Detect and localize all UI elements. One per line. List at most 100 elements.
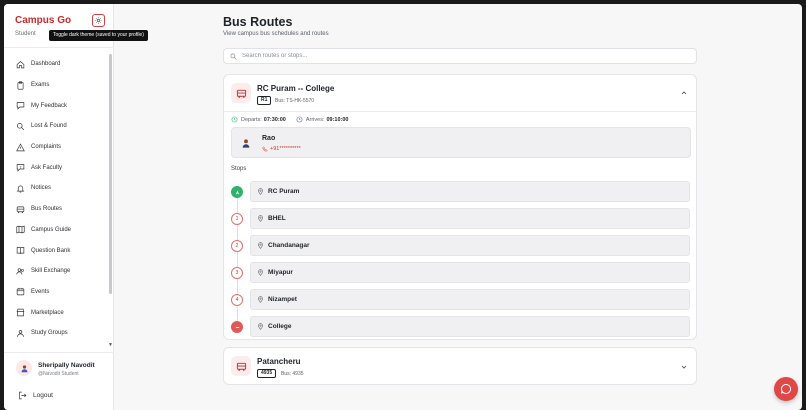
- sidebar-item-exams[interactable]: Exams: [4, 75, 108, 96]
- driver-avatar-icon: [242, 139, 250, 148]
- sidebar-divider: [4, 352, 114, 353]
- sidebar-item-campus-guide[interactable]: Campus Guide: [4, 220, 108, 241]
- book-icon: [16, 247, 25, 254]
- sidebar-item-label: Study Groups: [31, 330, 68, 337]
- departs-label: Departs:: [241, 116, 262, 123]
- message-icon: [16, 102, 25, 110]
- user-icon: [21, 364, 27, 372]
- page-title: Bus Routes: [223, 15, 293, 29]
- driver-phone-number: +91**********: [270, 146, 301, 152]
- sidebar-item-label: My Feedback: [31, 102, 68, 109]
- sidebar-item-dashboard[interactable]: Dashboard: [4, 54, 108, 75]
- user-name: Sheripally Navodit: [38, 362, 95, 369]
- sidebar-item-label: Ask Faculty: [31, 164, 63, 171]
- bus-icon: [16, 206, 25, 213]
- app-title[interactable]: Campus Go: [15, 15, 71, 26]
- route-card[interactable]: Patancheru 4935 Bus: 4935: [223, 347, 697, 385]
- search-icon: [17, 122, 25, 131]
- clipboard-icon: [17, 80, 24, 90]
- flag-icon: [235, 326, 239, 328]
- stop-number-marker: 4: [231, 294, 243, 306]
- stops-heading: Stops: [231, 166, 247, 172]
- avatar[interactable]: [16, 360, 32, 376]
- sidebar-item-bus-routes[interactable]: Bus Routes: [4, 199, 108, 220]
- stop-item[interactable]: Chandanagar: [250, 235, 690, 256]
- sun-icon: [95, 17, 102, 24]
- stop-item[interactable]: BHEL: [250, 208, 690, 229]
- help-icon: ?: [16, 164, 25, 172]
- logout-icon: [19, 391, 27, 400]
- route-code-badge: R1: [257, 96, 272, 105]
- stop-item[interactable]: College: [250, 316, 690, 337]
- navigation-icon: [235, 189, 239, 195]
- stop-name: Miyapur: [268, 269, 293, 276]
- stop-item[interactable]: Miyapur: [250, 262, 690, 283]
- sidebar-item-label: Events: [31, 288, 50, 295]
- sidebar-item-label: Complaints: [31, 144, 62, 151]
- sidebar-nav: Dashboard Exams My Feedback Lost & Found…: [4, 54, 108, 344]
- sidebar-item-my-feedback[interactable]: My Feedback: [4, 95, 108, 116]
- sidebar-item-study-groups[interactable]: Study Groups: [4, 323, 108, 344]
- bus-number: Bus: 4935: [281, 371, 304, 377]
- chevron-down-icon[interactable]: [680, 363, 688, 371]
- stop-item[interactable]: Nizampet: [250, 289, 690, 310]
- sidebar-item-skill-exchange[interactable]: Skill Exchange: [4, 261, 108, 282]
- arrives-time: 09:10:00: [326, 116, 349, 123]
- chat-button[interactable]: [774, 377, 798, 401]
- bus-icon: [231, 356, 251, 376]
- driver-name: Rao: [262, 135, 276, 142]
- route-card: RC Puram -- College R1 Bus: TS-HK-5570 D…: [223, 74, 697, 340]
- chevron-up-icon[interactable]: [680, 89, 688, 97]
- group-icon: [17, 329, 24, 337]
- clock-icon: [231, 116, 238, 123]
- clock-icon: [296, 116, 303, 123]
- theme-toggle-button[interactable]: [92, 14, 105, 27]
- user-role: Student: [15, 31, 36, 37]
- map-pin-icon: [258, 215, 263, 222]
- app-window: Campus Go Student Toggle dark theme (sav…: [4, 4, 802, 410]
- departs-time: 07:30:00: [263, 116, 286, 123]
- sidebar-item-label: Question Bank: [31, 247, 71, 254]
- schedule-times: Departs: 07:30:00 Arrives: 09:10:00: [231, 116, 349, 123]
- sidebar-item-question-bank[interactable]: Question Bank: [4, 240, 108, 261]
- driver-card: Rao +91**********: [231, 127, 691, 158]
- stop-row: 3 Miyapur: [231, 262, 691, 283]
- route-name[interactable]: RC Puram -- College: [257, 84, 334, 93]
- logout-button[interactable]: Logout: [18, 391, 53, 400]
- stop-name: Nizampet: [268, 296, 297, 303]
- shop-icon: [16, 308, 25, 317]
- map-pin-icon: [258, 188, 263, 195]
- logout-label: Logout: [33, 392, 53, 399]
- route-name[interactable]: Patancheru: [257, 357, 301, 366]
- card-divider: [224, 111, 696, 112]
- sidebar-item-label: Exams: [31, 82, 50, 89]
- stop-number-marker: 1: [231, 213, 243, 225]
- bus-number: Bus: TS-HK-5570: [275, 98, 315, 104]
- stop-name: RC Puram: [268, 188, 300, 195]
- map-pin-icon: [258, 269, 263, 276]
- sidebar: Campus Go Student Toggle dark theme (sav…: [4, 4, 148, 410]
- svg-text:?: ?: [20, 166, 22, 170]
- stop-row: 2 Chandanagar: [231, 235, 691, 256]
- phone-icon: [262, 146, 268, 152]
- driver-phone[interactable]: +91**********: [262, 146, 301, 152]
- sidebar-item-label: Skill Exchange: [31, 268, 71, 275]
- search-input[interactable]: [242, 53, 682, 59]
- chat-icon: [781, 383, 791, 394]
- sidebar-scrollbar[interactable]: [109, 54, 112, 294]
- sidebar-item-ask-faculty[interactable]: ? Ask Faculty: [4, 157, 108, 178]
- sidebar-item-lost-found[interactable]: Lost & Found: [4, 116, 108, 137]
- stop-item[interactable]: RC Puram: [250, 181, 690, 202]
- search-bar[interactable]: [223, 48, 697, 64]
- bell-icon: [16, 185, 25, 193]
- sidebar-item-events[interactable]: Events: [4, 282, 108, 303]
- sidebar-item-marketplace[interactable]: Marketplace: [4, 302, 108, 323]
- calendar-icon: [16, 288, 25, 296]
- home-icon: [16, 60, 25, 69]
- scroll-down-icon[interactable]: ▼: [108, 342, 113, 348]
- sidebar-item-complaints[interactable]: Complaints: [4, 137, 108, 158]
- start-stop-marker: [231, 186, 243, 198]
- sidebar-item-notices[interactable]: Notices: [4, 178, 108, 199]
- sidebar-item-label: Bus Routes: [31, 206, 63, 213]
- stop-row: College: [231, 316, 691, 337]
